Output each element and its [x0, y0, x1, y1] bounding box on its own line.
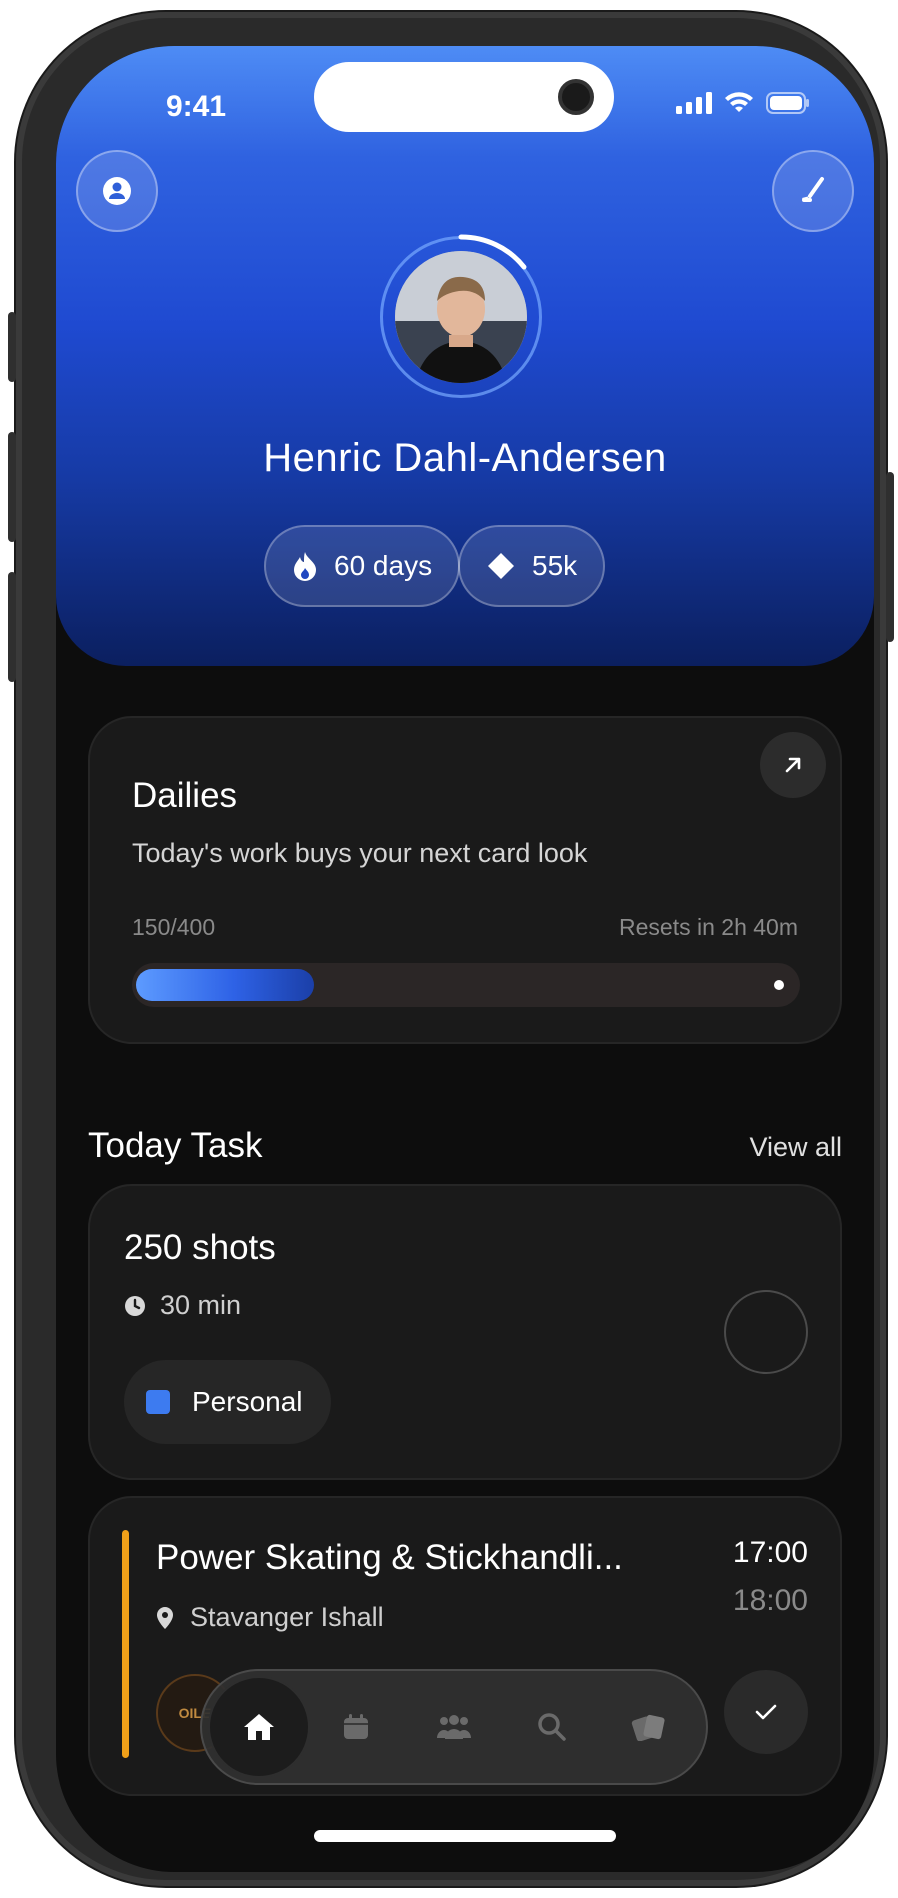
phone-frame: 9:41 Henric Dahl-Andersen 60 days 55k Da… [8, 12, 894, 1886]
task-tag-label: Personal [192, 1386, 303, 1417]
tag-color-swatch [146, 1390, 170, 1414]
task-duration-label: 30 min [160, 1290, 242, 1320]
user-name: Henric Dahl-Andersen [263, 436, 667, 480]
dynamic-island [314, 62, 614, 132]
wifi-icon [725, 92, 753, 112]
cards-icon [631, 1714, 665, 1741]
progress-end-dot [774, 980, 784, 990]
status-time: 9:41 [166, 90, 227, 123]
dailies-progress-text: 150/400 [132, 914, 216, 940]
streak-label: 60 days [334, 550, 433, 581]
volume-down-button [8, 572, 16, 682]
tab-calendar[interactable] [308, 1678, 406, 1776]
power-button [886, 472, 894, 642]
home-icon [243, 1714, 274, 1740]
location-pin-icon [157, 1606, 173, 1629]
hockey-stick-icon [802, 177, 824, 202]
streak-pill[interactable]: 60 days [264, 525, 461, 607]
profile-button[interactable] [76, 150, 158, 232]
today-task-heading: Today Task [88, 1126, 263, 1165]
event-location-label: Stavanger Ishall [190, 1602, 384, 1632]
status-bar: 9:41 [56, 46, 874, 156]
dailies-subtitle: Today's work buys your next card look [132, 838, 588, 868]
check-icon [755, 1704, 777, 1720]
tab-home[interactable] [210, 1678, 308, 1776]
volume-up-button [8, 432, 16, 542]
team-icon [436, 1715, 471, 1739]
dailies-progress-bar [132, 963, 800, 1007]
task-title: 250 shots [124, 1228, 276, 1267]
status-icons [676, 92, 810, 114]
action-button [8, 312, 16, 382]
home-indicator [314, 1830, 616, 1842]
dailies-title: Dailies [132, 776, 238, 815]
view-all-link[interactable]: View all [749, 1132, 842, 1163]
points-pill[interactable]: 55k [458, 525, 606, 607]
tab-team[interactable] [405, 1678, 503, 1776]
points-label: 55k [532, 550, 578, 581]
task-tag[interactable]: Personal [124, 1360, 331, 1444]
avatar[interactable] [395, 251, 527, 383]
event-done-button[interactable] [724, 1670, 808, 1754]
camera-icon [558, 79, 594, 115]
flame-icon [294, 552, 316, 581]
hockey-stick-button[interactable] [772, 150, 854, 232]
avatar-photo [395, 251, 527, 383]
event-title: Power Skating & Stickhandli... [156, 1538, 623, 1577]
tab-bar [200, 1669, 708, 1785]
diamond-icon [488, 553, 514, 579]
signal-icon [676, 92, 712, 114]
task-duration: 30 min [124, 1290, 241, 1321]
event-start-time: 17:00 [732, 1536, 808, 1569]
screen: 9:41 Henric Dahl-Andersen 60 days 55k Da… [56, 46, 874, 1872]
event-location: Stavanger Ishall [156, 1602, 384, 1633]
task-card[interactable]: 250 shots 30 min Personal [88, 1184, 842, 1480]
arrow-up-right-icon [785, 757, 801, 773]
search-icon [537, 1713, 566, 1741]
user-icon [103, 177, 131, 205]
dailies-reset-text: Resets in 2h 40m [619, 914, 798, 940]
task-complete-toggle[interactable] [724, 1290, 808, 1374]
tab-search[interactable] [503, 1678, 601, 1776]
profile-header: 9:41 Henric Dahl-Andersen 60 days 55k [56, 46, 874, 666]
dailies-progress-fill [136, 969, 314, 1001]
clock-icon [125, 1295, 145, 1316]
calendar-icon [344, 1714, 369, 1739]
dailies-card[interactable]: Dailies Today's work buys your next card… [88, 716, 842, 1044]
event-accent-bar [122, 1530, 129, 1758]
event-end-time: 18:00 [732, 1584, 808, 1617]
open-dailies-button[interactable] [760, 732, 826, 798]
battery-icon [766, 92, 809, 114]
tab-cards[interactable] [600, 1678, 698, 1776]
